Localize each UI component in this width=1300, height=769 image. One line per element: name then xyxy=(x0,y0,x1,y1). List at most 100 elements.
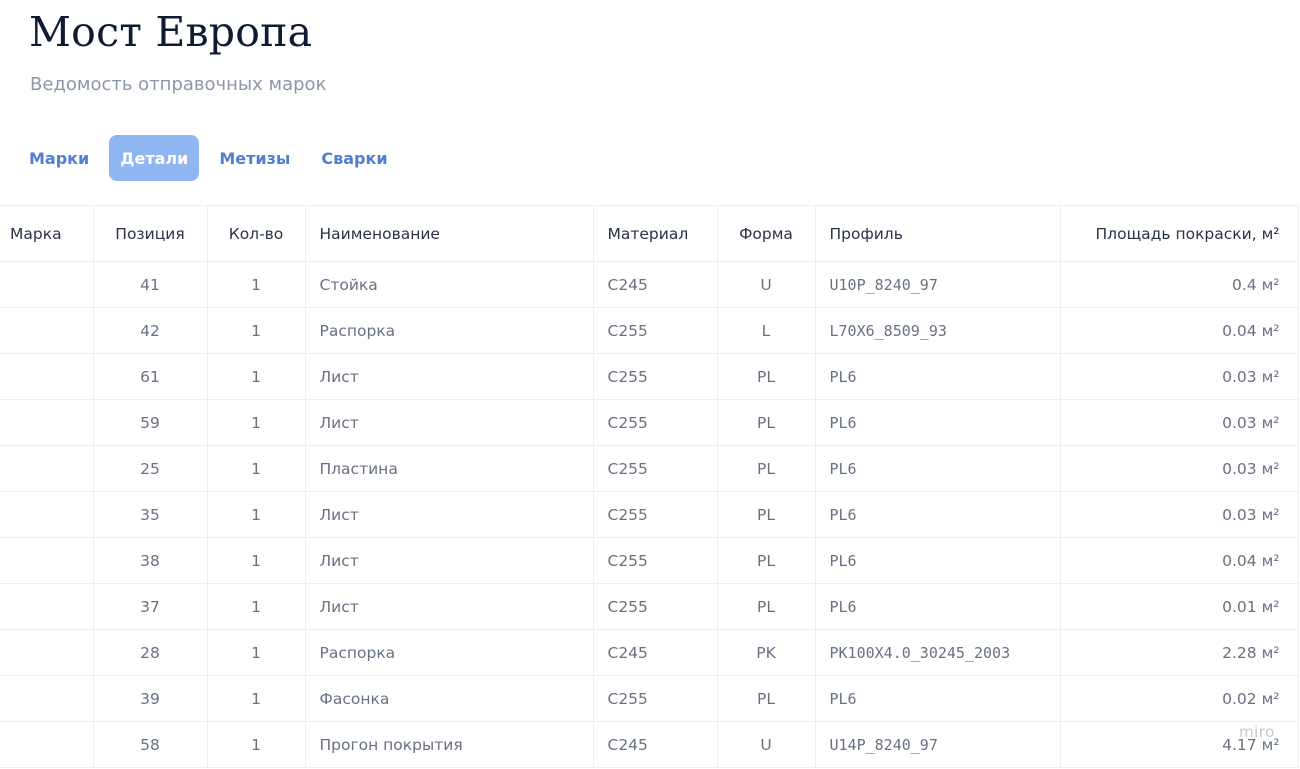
cell-name: Лист xyxy=(305,491,594,538)
cell-mark xyxy=(0,583,94,630)
cell-form: PL xyxy=(717,399,816,446)
table-row[interactable]: 59 1 Лист C255 PL PL6 0.03 м² xyxy=(0,399,1299,446)
cell-mark xyxy=(0,491,94,538)
cell-name: Лист xyxy=(305,353,594,400)
cell-material: C255 xyxy=(593,675,718,722)
tab-details[interactable]: Детали xyxy=(109,135,200,181)
cell-quantity: 1 xyxy=(207,537,306,584)
tab-bar: Марки Детали Метизы Сварки xyxy=(18,135,408,181)
cell-mark xyxy=(0,399,94,446)
cell-name: Распорка xyxy=(305,629,594,676)
column-header-paint-area[interactable]: Площадь покраски, м² xyxy=(1060,205,1299,262)
cell-profile: PL6 xyxy=(815,491,1061,538)
cell-material: C255 xyxy=(593,491,718,538)
cell-paint-area: 0.01 м² xyxy=(1060,583,1299,630)
cell-name: Прогон покрытия xyxy=(305,721,594,768)
cell-profile: PL6 xyxy=(815,583,1061,630)
table-header-row: Марка Позиция Кол-во Наименование Матери… xyxy=(0,205,1299,262)
table-row[interactable]: 35 1 Лист C255 PL PL6 0.03 м² xyxy=(0,491,1299,538)
page-title: Мост Европа xyxy=(29,8,313,56)
table-row[interactable]: 41 1 Стойка C245 U U10P_8240_97 0.4 м² xyxy=(0,261,1299,308)
cell-material: C255 xyxy=(593,445,718,492)
cell-mark xyxy=(0,675,94,722)
cell-form: U xyxy=(717,261,816,308)
tab-welds[interactable]: Сварки xyxy=(310,135,398,181)
table-row[interactable]: 61 1 Лист C255 PL PL6 0.03 м² xyxy=(0,353,1299,400)
cell-paint-area: 0.03 м² xyxy=(1060,491,1299,538)
cell-profile: U14P_8240_97 xyxy=(815,721,1061,768)
cell-paint-area: 0.02 м² xyxy=(1060,675,1299,722)
cell-position: 61 xyxy=(93,353,208,400)
cell-name: Лист xyxy=(305,583,594,630)
cell-mark xyxy=(0,445,94,492)
cell-form: PL xyxy=(717,537,816,584)
cell-name: Распорка xyxy=(305,307,594,354)
cell-material: C245 xyxy=(593,629,718,676)
cell-profile: PL6 xyxy=(815,353,1061,400)
cell-form: U xyxy=(717,721,816,768)
cell-material: C255 xyxy=(593,307,718,354)
cell-mark xyxy=(0,629,94,676)
cell-position: 25 xyxy=(93,445,208,492)
cell-name: Фасонка xyxy=(305,675,594,722)
table-row[interactable]: 38 1 Лист C255 PL PL6 0.04 м² xyxy=(0,537,1299,584)
column-header-material[interactable]: Материал xyxy=(593,205,718,262)
table-body: 41 1 Стойка C245 U U10P_8240_97 0.4 м² 4… xyxy=(0,261,1299,768)
cell-profile: U10P_8240_97 xyxy=(815,261,1061,308)
tab-marks[interactable]: Марки xyxy=(18,135,100,181)
cell-paint-area: 0.4 м² xyxy=(1060,261,1299,308)
cell-position: 42 xyxy=(93,307,208,354)
cell-form: PL xyxy=(717,583,816,630)
cell-quantity: 1 xyxy=(207,307,306,354)
cell-form: PL xyxy=(717,491,816,538)
cell-paint-area: 4.17 м² xyxy=(1060,721,1299,768)
cell-position: 41 xyxy=(93,261,208,308)
table-row[interactable]: 37 1 Лист C255 PL PL6 0.01 м² xyxy=(0,583,1299,630)
cell-material: C255 xyxy=(593,583,718,630)
details-table: Марка Позиция Кол-во Наименование Матери… xyxy=(0,205,1299,768)
table-row[interactable]: 28 1 Распорка C245 PK PK100X4.0_30245_20… xyxy=(0,629,1299,676)
table-row[interactable]: 42 1 Распорка C255 L L70X6_8509_93 0.04 … xyxy=(0,307,1299,354)
column-header-position[interactable]: Позиция xyxy=(93,205,208,262)
cell-profile: PL6 xyxy=(815,675,1061,722)
cell-mark xyxy=(0,261,94,308)
cell-material: C245 xyxy=(593,261,718,308)
cell-quantity: 1 xyxy=(207,629,306,676)
cell-name: Лист xyxy=(305,537,594,584)
cell-paint-area: 0.03 м² xyxy=(1060,445,1299,492)
column-header-name[interactable]: Наименование xyxy=(305,205,594,262)
cell-profile: PK100X4.0_30245_2003 xyxy=(815,629,1061,676)
table-row[interactable]: 25 1 Пластина C255 PL PL6 0.03 м² xyxy=(0,445,1299,492)
column-header-mark[interactable]: Марка xyxy=(0,205,94,262)
cell-quantity: 1 xyxy=(207,399,306,446)
column-header-form[interactable]: Форма xyxy=(717,205,816,262)
cell-position: 59 xyxy=(93,399,208,446)
cell-position: 39 xyxy=(93,675,208,722)
cell-paint-area: 0.04 м² xyxy=(1060,307,1299,354)
cell-mark xyxy=(0,353,94,400)
cell-material: C245 xyxy=(593,721,718,768)
cell-material: C255 xyxy=(593,399,718,446)
tab-fasteners[interactable]: Метизы xyxy=(208,135,301,181)
cell-quantity: 1 xyxy=(207,445,306,492)
table-row[interactable]: 39 1 Фасонка C255 PL PL6 0.02 м² xyxy=(0,675,1299,722)
cell-profile: PL6 xyxy=(815,399,1061,446)
cell-quantity: 1 xyxy=(207,353,306,400)
column-header-quantity[interactable]: Кол-во xyxy=(207,205,306,262)
cell-profile: L70X6_8509_93 xyxy=(815,307,1061,354)
page-subtitle: Ведомость отправочных марок xyxy=(30,74,327,95)
cell-form: PL xyxy=(717,353,816,400)
column-header-profile[interactable]: Профиль xyxy=(815,205,1061,262)
cell-paint-area: 0.04 м² xyxy=(1060,537,1299,584)
cell-quantity: 1 xyxy=(207,675,306,722)
cell-form: PL xyxy=(717,675,816,722)
cell-form: PK xyxy=(717,629,816,676)
cell-name: Пластина xyxy=(305,445,594,492)
page: Мост Европа Ведомость отправочных марок … xyxy=(0,0,1300,769)
cell-material: C255 xyxy=(593,353,718,400)
cell-profile: PL6 xyxy=(815,445,1061,492)
table-row[interactable]: 58 1 Прогон покрытия C245 U U14P_8240_97… xyxy=(0,721,1299,768)
cell-quantity: 1 xyxy=(207,721,306,768)
cell-mark xyxy=(0,537,94,584)
cell-form: PL xyxy=(717,445,816,492)
